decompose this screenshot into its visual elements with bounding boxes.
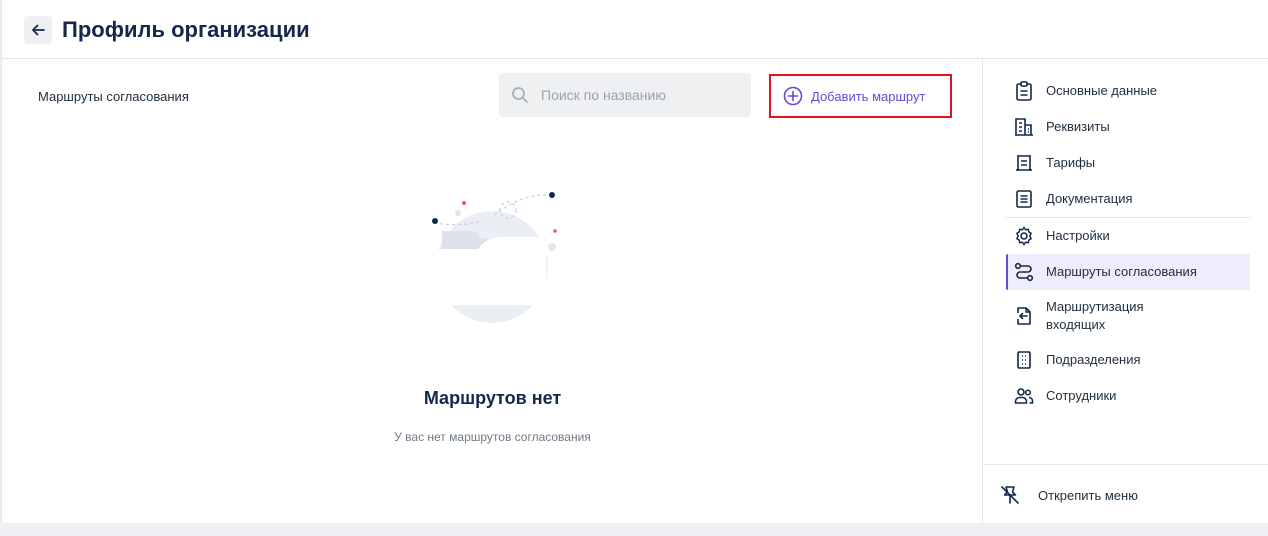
sidebar-item-approval-routes[interactable]: Маршруты согласования [1006, 254, 1250, 290]
search-input[interactable] [541, 73, 741, 117]
sidebar-item-incoming-routing[interactable]: Маршрутизация входящих [1006, 290, 1250, 342]
sidebar-menu: Основные данные Реквизиты Тарифы Докумен… [1006, 73, 1250, 414]
sidebar-item-departments[interactable]: Подразделения [1006, 342, 1250, 378]
sidebar-item-label: Маршрутизация входящих [1046, 298, 1144, 334]
search-icon [512, 87, 528, 103]
sidebar-item-documentation[interactable]: Документация [1006, 181, 1250, 217]
sidebar-item-label: Настройки [1046, 228, 1110, 243]
sidebar-item-label: Документация [1046, 191, 1133, 206]
departments-icon [1014, 350, 1034, 370]
page-title: Профиль организации [62, 17, 310, 42]
sidebar-item-label-line2: входящих [1046, 317, 1106, 332]
sidebar-item-label: Маршруты согласования [1046, 264, 1197, 279]
sidebar-item-label-line1: Маршрутизация [1046, 299, 1144, 314]
sidebar-footer: Открепить меню [984, 464, 1268, 523]
document-icon [1014, 189, 1034, 209]
sidebar-item-label: Основные данные [1046, 83, 1158, 98]
unpin-menu-label: Открепить меню [1038, 487, 1138, 503]
sidebar-item-label: Тарифы [1046, 155, 1096, 170]
main-content: Маршруты согласования Добавить маршрут [2, 59, 983, 523]
sidebar-item-label: Реквизиты [1046, 119, 1110, 134]
empty-state-subtitle: У вас нет маршрутов согласования [394, 430, 591, 444]
sidebar-item-main-data[interactable]: Основные данные [1006, 73, 1250, 109]
unpin-icon [1001, 486, 1019, 504]
empty-folder-illustration [432, 192, 557, 323]
sidebar-item-tariffs[interactable]: Тарифы [1006, 145, 1250, 181]
clipboard-icon [1014, 81, 1034, 101]
tariff-icon [1014, 153, 1034, 173]
sidebar-item-label: Подразделения [1046, 352, 1141, 367]
building-icon [1014, 117, 1034, 137]
employees-icon [1014, 386, 1034, 406]
add-route-label: Добавить маршрут [811, 89, 926, 104]
incoming-icon [1014, 306, 1034, 326]
sidebar-item-settings[interactable]: Настройки [1006, 218, 1250, 254]
app-window: Профиль организации Маршруты согласовани… [1, 0, 1268, 523]
sidebar-item-requisites[interactable]: Реквизиты [1006, 109, 1250, 145]
sidebar: Основные данные Реквизиты Тарифы Докумен… [984, 59, 1268, 523]
add-route-button[interactable]: Добавить маршрут [769, 74, 952, 118]
sidebar-item-employees[interactable]: Сотрудники [1006, 378, 1250, 414]
back-button[interactable] [24, 16, 52, 44]
arrow-left-icon [32, 24, 45, 36]
unpin-menu-button[interactable]: Открепить меню [1000, 483, 1138, 507]
sidebar-item-label: Сотрудники [1046, 388, 1117, 403]
empty-state-title: Маршрутов нет [423, 388, 562, 408]
search-box [499, 73, 751, 117]
route-icon [1014, 262, 1034, 282]
plus-circle-icon [783, 86, 803, 106]
page-header: Профиль организации [2, 0, 1268, 59]
gear-icon [1014, 226, 1034, 246]
section-title: Маршруты согласования [38, 89, 189, 104]
